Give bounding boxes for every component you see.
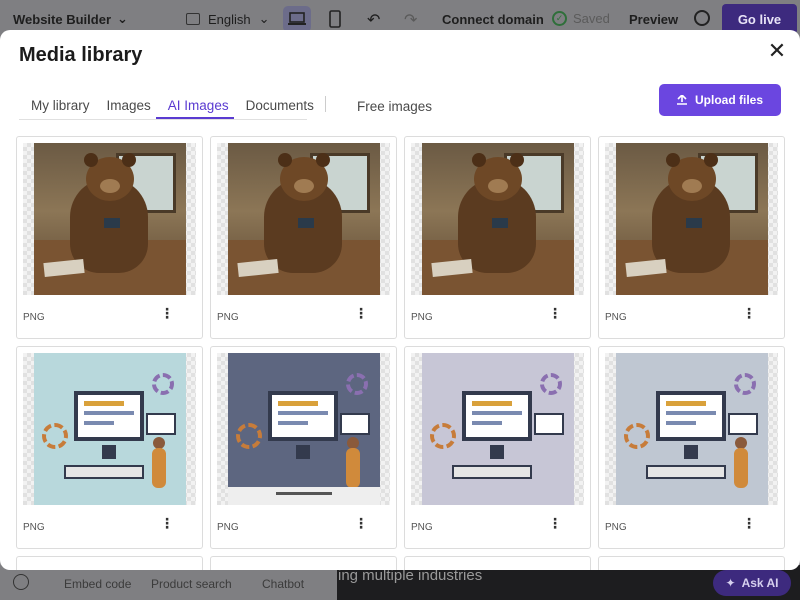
desktop-icon (288, 12, 306, 25)
mobile-view-button[interactable] (321, 6, 349, 32)
media-format: PNG (23, 312, 45, 323)
bear-office-image (34, 143, 186, 295)
tab-ai-images[interactable]: AI Images (155, 90, 234, 119)
media-format: PNG (411, 312, 433, 323)
media-card[interactable] (210, 556, 397, 570)
upload-icon (676, 95, 687, 105)
more-options-icon[interactable]: ⋮ (160, 306, 174, 321)
media-thumbnail[interactable] (605, 353, 778, 505)
upload-files-label: Upload files (694, 93, 763, 107)
media-card[interactable]: PNG ⋮ (16, 136, 203, 339)
media-library-modal: Media library ✕ My library Images AI Ima… (0, 30, 800, 570)
media-format: PNG (605, 522, 627, 533)
media-grid: PNG ⋮ PNG ⋮ PNG ⋮ PNG ⋮ PNG ⋮ PNG ⋮ PNG … (16, 136, 786, 570)
media-card[interactable]: PNG ⋮ (404, 136, 591, 339)
undo-icon[interactable]: ↶ (367, 10, 380, 30)
tab-images[interactable]: Images (95, 90, 156, 119)
media-card[interactable]: PNG ⋮ (598, 346, 785, 549)
desktop-view-button[interactable] (283, 6, 311, 32)
saved-label: Saved (573, 11, 610, 26)
modal-title: Media library (19, 44, 143, 66)
media-format: PNG (217, 522, 239, 533)
software-infographic-image (228, 353, 380, 505)
more-options-icon[interactable]: ⋮ (548, 516, 562, 531)
media-thumbnail[interactable] (411, 353, 584, 505)
more-options-icon[interactable]: ⋮ (742, 516, 756, 531)
redo-icon[interactable]: ↷ (404, 10, 417, 30)
brand-menu[interactable]: Website Builder ⌄ (13, 11, 128, 27)
media-thumbnail[interactable] (217, 353, 390, 505)
media-thumbnail[interactable] (23, 353, 196, 505)
media-card[interactable] (16, 556, 203, 570)
media-card[interactable]: PNG ⋮ (210, 136, 397, 339)
software-infographic-image (34, 353, 186, 505)
media-format: PNG (411, 522, 433, 533)
tab-free-images[interactable]: Free images (357, 99, 432, 114)
check-circle-icon: ✓ (552, 11, 567, 26)
close-icon[interactable]: ✕ (766, 40, 788, 62)
media-format: PNG (217, 312, 239, 323)
product-search-item[interactable]: Product search (151, 577, 232, 591)
brand-label: Website Builder (13, 11, 112, 27)
translate-icon (186, 13, 200, 25)
more-options-icon[interactable]: ⋮ (354, 306, 368, 321)
chevron-down-icon: ⌄ (117, 11, 128, 26)
chatbot-item[interactable]: Chatbot (262, 577, 304, 591)
media-tabs: My library Images AI Images Documents (19, 90, 314, 120)
tab-documents[interactable]: Documents (234, 90, 319, 119)
bear-office-image (422, 143, 574, 295)
preview-button[interactable]: Preview (629, 12, 678, 27)
mobile-icon (329, 10, 341, 28)
embed-code-item[interactable]: Embed code (64, 577, 131, 591)
media-card[interactable]: PNG ⋮ (598, 136, 785, 339)
language-label: English (208, 11, 251, 27)
globe-icon[interactable] (694, 10, 710, 26)
upload-files-button[interactable]: Upload files (659, 84, 781, 116)
media-card[interactable]: PNG ⋮ (210, 346, 397, 549)
ask-ai-label: Ask AI (741, 576, 779, 590)
media-thumbnail[interactable] (23, 143, 196, 295)
more-options-icon[interactable]: ⋮ (742, 306, 756, 321)
connect-domain-link[interactable]: Connect domain (442, 12, 544, 27)
editor-bottombar: Embed code Product search Chatbot ing mu… (0, 565, 800, 600)
media-card[interactable] (404, 556, 591, 570)
media-card[interactable] (598, 556, 785, 570)
media-thumbnail[interactable] (217, 143, 390, 295)
language-selector[interactable]: English ⌄ (186, 11, 270, 27)
more-options-icon[interactable]: ⋮ (354, 516, 368, 531)
chevron-down-icon: ⌄ (258, 11, 270, 26)
ask-ai-button[interactable]: ✦ Ask AI (713, 570, 791, 596)
bear-office-image (228, 143, 380, 295)
software-infographic-image (616, 353, 768, 505)
tab-my-library[interactable]: My library (19, 90, 95, 119)
more-options-icon[interactable]: ⋮ (160, 516, 174, 531)
media-thumbnail[interactable] (605, 143, 778, 295)
bear-office-image (616, 143, 768, 295)
more-options-icon[interactable]: ⋮ (548, 306, 562, 321)
media-thumbnail[interactable] (411, 143, 584, 295)
software-infographic-image (422, 353, 574, 505)
widget-icon[interactable] (13, 574, 29, 590)
media-format: PNG (605, 312, 627, 323)
sparkle-icon: ✦ (725, 576, 736, 590)
saved-status: ✓ Saved (552, 11, 610, 26)
media-format: PNG (23, 522, 45, 533)
tab-divider (325, 96, 326, 112)
media-card[interactable]: PNG ⋮ (404, 346, 591, 549)
media-card[interactable]: PNG ⋮ (16, 346, 203, 549)
